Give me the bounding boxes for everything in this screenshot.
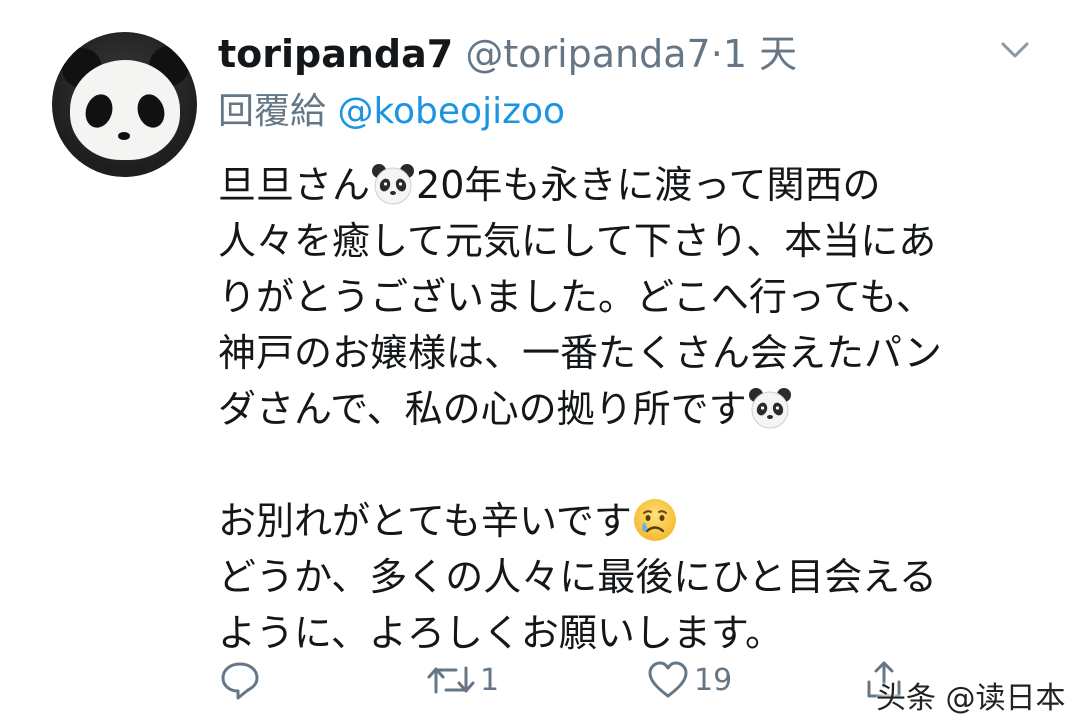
reply-label: 回覆給 [218,91,327,132]
avatar[interactable] [52,32,197,177]
user-handle[interactable]: @toripanda7 [465,32,710,76]
tweet-text-segment: お別れがとても辛いです [218,499,632,543]
tweet-line-3: りがとうございました。どこへ行っても、 [218,275,934,319]
watermark: 头条 @读日本 [876,681,1066,716]
avatar-nose [118,132,130,140]
reply-context: 回覆給 @kobeojizoo [218,88,565,136]
display-name[interactable]: toripanda7 [218,32,453,76]
tweet-card: toripanda7 @toripanda7·1 天 回覆給 @kobeojiz… [0,0,1080,727]
crying-face-emoji [632,497,678,543]
panda-emoji [370,161,416,207]
tweet-text-segment: ダさんで、私の心の拠り所です [218,387,747,431]
retweet-button[interactable]: 1 [426,655,499,705]
heart-icon [646,658,690,702]
chevron-down-icon[interactable] [1000,38,1030,62]
tweet-text: 旦旦さん 20年も永きに渡って関西の 人々を癒して元気にして下さり、本当にあ り… [218,157,1058,661]
tweet-text-segment: 20年も永きに渡って関西の [416,163,881,207]
tweet-line-7: どうか、多くの人々に最後にひと目会える [218,555,937,599]
like-count: 19 [694,662,733,698]
reply-handle-link[interactable]: @kobeojizoo [337,91,565,132]
tweet-line-6: お別れがとても辛いです [218,493,1058,549]
reply-button[interactable] [218,655,262,705]
like-button[interactable]: 19 [646,655,732,705]
tweet-line-8: ように、よろしくお願いします。 [218,611,784,655]
retweet-count: 1 [480,662,500,698]
tweet-line-2: 人々を癒して元気にして下さり、本当にあ [218,219,937,263]
tweet-line-1: 旦旦さん 20年も永きに渡って関西の [218,157,1058,213]
tweet-line-4: 神戸のお嬢様は、一番たくさん会えたパン [218,331,942,375]
tweet-time[interactable]: 1 天 [723,32,797,76]
tweet-text-segment: 旦旦さん [218,163,371,207]
panda-emoji [747,385,793,431]
reply-icon [218,658,262,702]
tweet-line-5: ダさんで、私の心の拠り所です [218,381,1058,437]
retweet-icon [426,658,476,702]
tweet-header: toripanda7 @toripanda7·1 天 [218,30,797,78]
separator-dot: · [710,32,723,76]
